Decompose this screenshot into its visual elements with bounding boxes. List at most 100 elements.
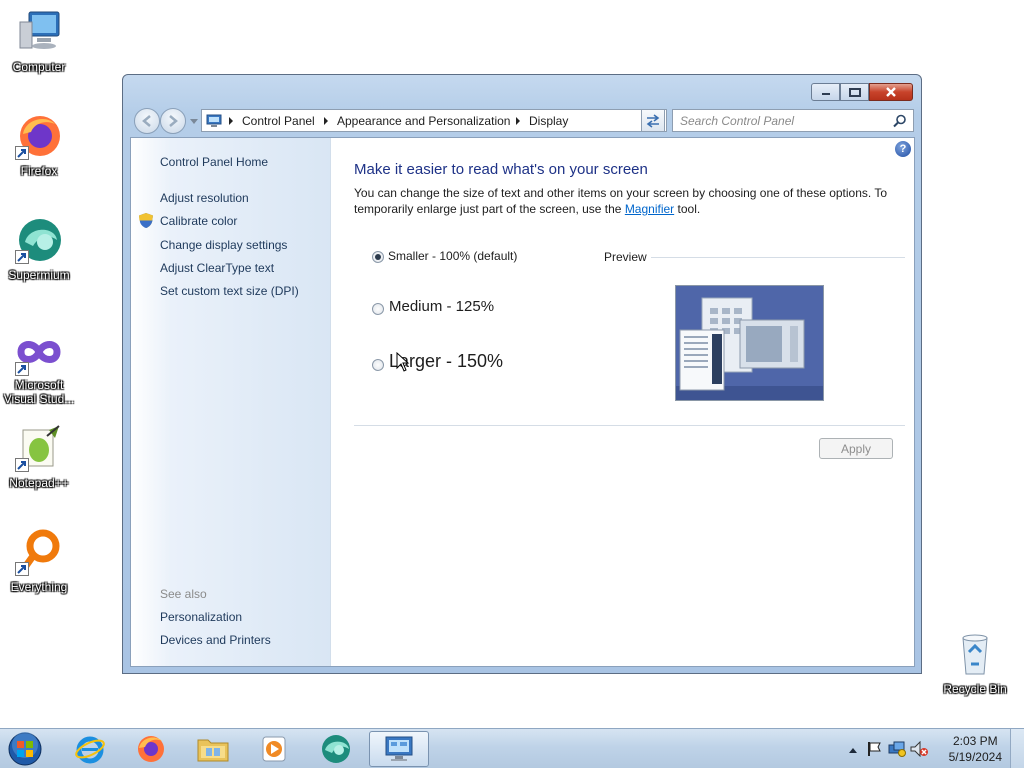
apply-button[interactable]: Apply — [819, 438, 893, 459]
minimize-icon — [821, 93, 830, 95]
desktop-icon-label: Firefox — [20, 164, 58, 178]
radio-smaller[interactable] — [372, 251, 384, 263]
preview-divider — [651, 257, 905, 258]
magnifier-link[interactable]: Magnifier — [625, 202, 674, 216]
see-also-heading: See also — [160, 587, 207, 601]
description-text-end: tool. — [674, 202, 701, 216]
desktop-icon-visual-studio[interactable]: Microsoft Visual Stud... — [0, 328, 78, 406]
personalization-link[interactable]: Personalization — [160, 610, 242, 624]
maximize-icon — [848, 87, 861, 97]
preview-image — [675, 285, 824, 401]
shortcut-arrow-icon — [15, 458, 29, 472]
volume-muted-icon[interactable] — [910, 741, 928, 757]
shortcut-arrow-icon — [15, 362, 29, 376]
forward-button[interactable] — [160, 108, 186, 134]
folder-icon — [197, 739, 229, 762]
taskbar-firefox[interactable] — [123, 731, 179, 767]
control-panel-home-link[interactable]: Control Panel Home — [160, 155, 268, 169]
desktop-icon-recycle-bin[interactable]: Recycle Bin — [936, 630, 1014, 696]
desktop-icon-firefox[interactable]: Firefox — [0, 112, 78, 178]
internet-explorer-icon — [75, 736, 105, 764]
show-hidden-icons-chevron-icon[interactable] — [848, 746, 858, 754]
taskbar: 2:03 PM 5/19/2024 — [0, 728, 1024, 768]
section-divider — [354, 425, 905, 426]
calibrate-color-link[interactable]: Calibrate color — [160, 214, 237, 228]
computer-icon — [15, 8, 63, 56]
devices-and-printers-link[interactable]: Devices and Printers — [160, 633, 271, 647]
desktop-icon-label: Microsoft Visual Stud... — [3, 378, 75, 406]
recent-pages-dropdown-icon[interactable] — [190, 119, 198, 125]
option-label-smaller[interactable]: Smaller - 100% (default) — [388, 249, 517, 263]
window-content: Control Panel Home Adjust resolution Cal… — [130, 137, 915, 667]
breadcrumb-control-panel[interactable]: Control Panel — [242, 114, 315, 128]
close-button[interactable] — [869, 83, 913, 101]
close-icon — [886, 87, 896, 97]
minimize-button[interactable] — [811, 83, 840, 101]
desktop-icon-label: Recycle Bin — [943, 682, 1007, 696]
desktop-icon-supermium[interactable]: Supermium — [0, 216, 78, 282]
refresh-button[interactable] — [641, 109, 665, 132]
shortcut-arrow-icon — [15, 250, 29, 264]
taskbar-file-explorer[interactable] — [185, 731, 241, 767]
taskbar-supermium[interactable] — [308, 731, 364, 767]
firefox-icon — [15, 112, 63, 160]
preview-heading: Preview — [604, 250, 647, 264]
page-description: You can change the size of text and othe… — [354, 185, 894, 217]
taskbar-control-panel[interactable] — [369, 731, 429, 767]
visual-studio-icon — [15, 328, 63, 376]
breadcrumb-appearance[interactable]: Appearance and Personalization — [337, 114, 510, 128]
radio-medium[interactable] — [372, 303, 384, 315]
shortcut-arrow-icon — [15, 146, 29, 160]
uac-shield-icon — [139, 213, 153, 228]
system-clock[interactable]: 2:03 PM 5/19/2024 — [949, 733, 1002, 765]
recycle-bin-icon — [951, 630, 999, 678]
back-arrow-icon — [142, 115, 151, 127]
shortcut-arrow-icon — [15, 562, 29, 576]
task-pane: Control Panel Home Adjust resolution Cal… — [131, 138, 331, 666]
option-label-medium[interactable]: Medium - 125% — [389, 298, 494, 315]
forward-arrow-icon — [169, 115, 178, 127]
custom-text-size-link[interactable]: Set custom text size (DPI) — [160, 284, 299, 298]
search-input[interactable] — [680, 111, 890, 131]
breadcrumb-separator-icon[interactable] — [229, 117, 233, 125]
refresh-icon — [646, 114, 660, 128]
start-button[interactable] — [5, 731, 45, 767]
page-title: Make it easier to read what's on your sc… — [354, 161, 648, 178]
mouse-cursor-icon — [396, 352, 410, 372]
supermium-icon — [15, 216, 63, 264]
adjust-cleartype-link[interactable]: Adjust ClearType text — [160, 261, 274, 275]
adjust-resolution-link[interactable]: Adjust resolution — [160, 191, 249, 205]
radio-larger[interactable] — [372, 359, 384, 371]
breadcrumb-separator-icon[interactable] — [516, 117, 520, 125]
taskbar-media-player[interactable] — [246, 731, 302, 767]
network-icon[interactable] — [888, 741, 906, 757]
desktop-icon-notepadpp[interactable]: Notepad++ — [0, 424, 78, 490]
notification-area: 2:03 PM 5/19/2024 — [834, 729, 1024, 768]
help-icon[interactable]: ? — [895, 141, 911, 157]
supermium-icon — [322, 735, 350, 763]
desktop-icon-everything[interactable]: Everything — [0, 528, 78, 594]
show-desktop-button[interactable] — [1010, 729, 1024, 768]
breadcrumb-separator-icon[interactable] — [324, 117, 328, 125]
change-display-settings-link[interactable]: Change display settings — [160, 238, 287, 252]
address-bar[interactable]: Control Panel Appearance and Personaliza… — [201, 109, 667, 132]
action-center-flag-icon[interactable] — [866, 741, 882, 757]
notepadpp-icon — [15, 424, 63, 472]
breadcrumb-display[interactable]: Display — [529, 114, 568, 128]
search-icon[interactable] — [893, 114, 907, 128]
windows-logo-icon — [8, 732, 42, 766]
taskbar-internet-explorer[interactable] — [62, 731, 118, 767]
desktop-icon-computer[interactable]: Computer — [0, 8, 78, 74]
main-pane: ? Make it easier to read what's on your … — [331, 138, 914, 666]
desktop-icon-label: Computer — [12, 60, 66, 74]
control-panel-window: Control Panel Appearance and Personaliza… — [122, 74, 922, 674]
control-panel-icon — [206, 114, 222, 127]
firefox-icon — [138, 736, 164, 762]
back-button[interactable] — [134, 108, 160, 134]
desktop-icon-label: Everything — [10, 580, 68, 594]
search-box[interactable] — [672, 109, 914, 132]
desktop-icon-label: Supermium — [8, 268, 70, 282]
media-player-icon — [262, 736, 286, 762]
navigation-bar: Control Panel Appearance and Personaliza… — [131, 106, 914, 134]
maximize-button[interactable] — [840, 83, 869, 101]
